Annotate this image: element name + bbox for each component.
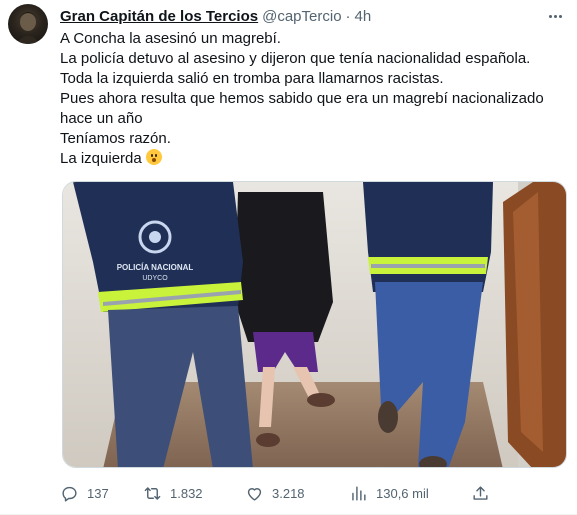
reply-button[interactable]: 137 [60, 481, 109, 505]
tweet-header: Gran Capitán de los Tercios @capTercio ·… [60, 6, 371, 26]
video-frame: POLICÍA NACIONAL UDYCO [63, 182, 566, 467]
tweet-line: Toda la izquierda salió en tromba para l… [60, 70, 444, 87]
reply-count: 137 [87, 485, 109, 501]
tweet-line: Pues ahora resulta que hemos sabido que … [60, 90, 544, 107]
face-with-hand-over-mouth-icon [145, 149, 162, 165]
like-button[interactable]: 3.218 [245, 481, 305, 505]
tweet-line-text: La izquierda [60, 150, 142, 167]
retweet-icon [144, 486, 161, 500]
views-count: 130,6 mil [376, 485, 429, 501]
retweet-button[interactable]: 1.832 [143, 481, 203, 505]
tweet-text: A Concha la asesinó un magrebí. La polic… [60, 29, 565, 169]
retweet-count: 1.832 [170, 485, 203, 501]
reply-icon [62, 486, 77, 502]
tweet-line-last: La izquierda [60, 149, 565, 169]
like-icon [247, 487, 262, 501]
tweet-timestamp[interactable]: 4h [355, 8, 372, 25]
separator-dot: · [345, 7, 351, 25]
tweet-line: hace un año [60, 110, 143, 127]
author-avatar[interactable] [8, 4, 48, 44]
tweet-video[interactable]: POLICÍA NACIONAL UDYCO [62, 181, 567, 468]
tweet-line: A Concha la asesinó un magrebí. [60, 30, 281, 47]
tweet-actions: 137 1.832 3.218 130,6 mil [60, 481, 500, 505]
vest-text-line1: POLICÍA NACIONAL [117, 263, 194, 272]
share-button[interactable] [471, 481, 498, 505]
vest-text-line2: UDYCO [142, 275, 168, 282]
like-count: 3.218 [272, 485, 305, 501]
tweet-line: Teníamos razón. [60, 130, 171, 147]
share-icon [473, 485, 488, 500]
author-name[interactable]: Gran Capitán de los Tercios [60, 8, 258, 25]
more-icon[interactable] [545, 6, 565, 26]
views-icon [352, 485, 366, 501]
views-button[interactable]: 130,6 mil [349, 481, 429, 505]
tweet-line: La policía detuvo al asesino y dijeron q… [60, 50, 531, 67]
tweet[interactable]: Gran Capitán de los Tercios @capTercio ·… [0, 0, 577, 515]
author-handle[interactable]: @capTercio [262, 8, 341, 25]
